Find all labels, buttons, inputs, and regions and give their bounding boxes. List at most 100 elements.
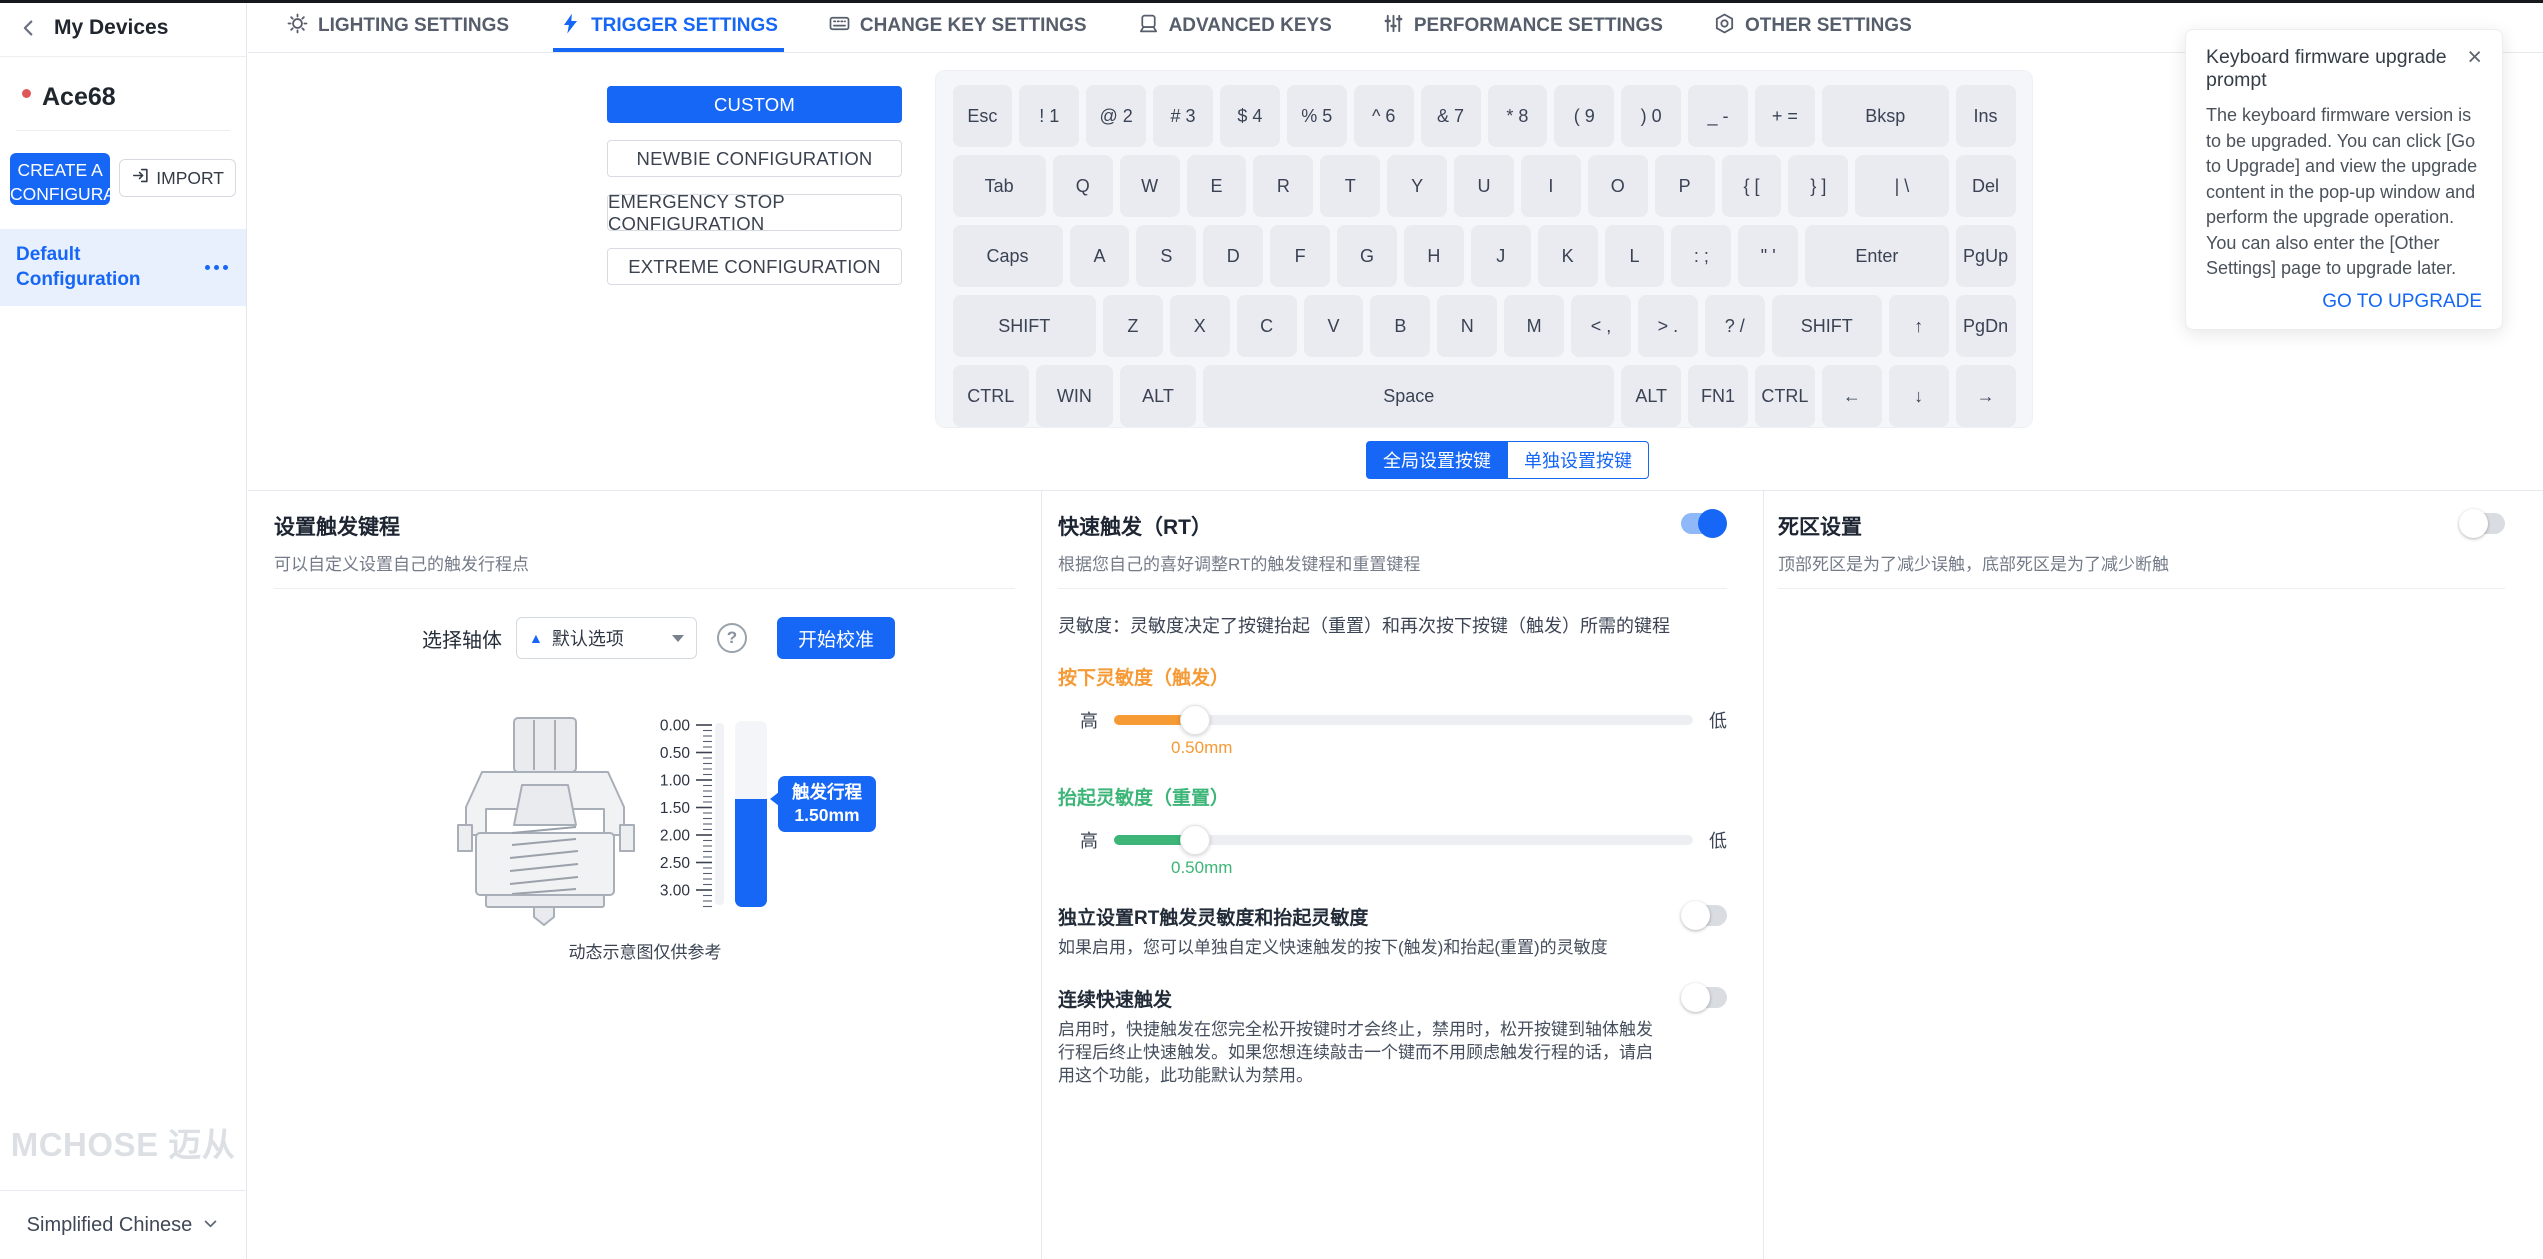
key-win[interactable]: WIN <box>1036 365 1113 427</box>
key-0[interactable]: ) 0 <box>1621 85 1681 147</box>
press-sensitivity-slider[interactable] <box>1114 715 1693 725</box>
back-chevron-icon[interactable] <box>16 15 42 41</box>
key-w[interactable]: W <box>1120 155 1180 217</box>
help-icon[interactable]: ? <box>717 623 747 653</box>
key-ctrl-2[interactable]: CTRL <box>1755 365 1815 427</box>
key-b[interactable]: B <box>1370 295 1430 357</box>
import-button[interactable]: IMPORT <box>119 159 236 197</box>
key-esc[interactable]: Esc <box>953 85 1013 147</box>
travel-track[interactable] <box>735 721 767 907</box>
switch-dropdown[interactable]: ▲ 默认选项 <box>516 617 697 659</box>
key-alt-2[interactable]: ALT <box>1621 365 1681 427</box>
key-r2c11[interactable]: " ' <box>1738 225 1798 287</box>
key-r0c11[interactable]: _ - <box>1688 85 1748 147</box>
more-icon[interactable] <box>203 259 230 276</box>
key-left-arrow[interactable]: ← <box>1822 365 1882 427</box>
key-j[interactable]: J <box>1471 225 1531 287</box>
go-to-upgrade-link[interactable]: GO TO UPGRADE <box>2206 291 2482 313</box>
key-9[interactable]: ( 9 <box>1554 85 1614 147</box>
key-r0c12[interactable]: + = <box>1755 85 1815 147</box>
key-u[interactable]: U <box>1454 155 1514 217</box>
key-r3c9[interactable]: > . <box>1638 295 1698 357</box>
key-v[interactable]: V <box>1304 295 1364 357</box>
slider-thumb[interactable] <box>1180 705 1210 735</box>
key-ctrl[interactable]: CTRL <box>953 365 1030 427</box>
key-enter[interactable]: Enter <box>1805 225 1948 287</box>
key-l[interactable]: L <box>1605 225 1665 287</box>
key-pgup[interactable]: PgUp <box>1956 225 2016 287</box>
tab-lighting-settings[interactable]: LIGHTING SETTINGS <box>286 0 509 52</box>
key-pgdn[interactable]: PgDn <box>1956 295 2016 357</box>
key-d[interactable]: D <box>1203 225 1263 287</box>
key-y[interactable]: Y <box>1387 155 1447 217</box>
close-icon[interactable]: × <box>2467 46 2482 69</box>
key-up-arrow[interactable]: ↑ <box>1889 295 1949 357</box>
key-r2c10[interactable]: : ; <box>1671 225 1731 287</box>
key-5[interactable]: % 5 <box>1287 85 1347 147</box>
create-configuration-button[interactable]: CREATE A CONFIGURATION <box>10 153 110 205</box>
key-t[interactable]: T <box>1320 155 1380 217</box>
device-item-ace68[interactable]: Ace68 <box>0 57 246 130</box>
key-n[interactable]: N <box>1437 295 1497 357</box>
key-a[interactable]: A <box>1070 225 1130 287</box>
key-k[interactable]: K <box>1538 225 1598 287</box>
key-o[interactable]: O <box>1588 155 1648 217</box>
tab-performance-settings[interactable]: PERFORMANCE SETTINGS <box>1382 0 1663 52</box>
tab-change-key-settings[interactable]: CHANGE KEY SETTINGS <box>828 0 1087 52</box>
key-down-arrow[interactable]: ↓ <box>1889 365 1949 427</box>
key-bksp[interactable]: Bksp <box>1822 85 1949 147</box>
key-r1c12[interactable]: } ] <box>1788 155 1848 217</box>
key-3[interactable]: # 3 <box>1153 85 1213 147</box>
key-1[interactable]: ! 1 <box>1019 85 1079 147</box>
key-tab[interactable]: Tab <box>953 155 1046 217</box>
continuous-rt-toggle[interactable] <box>1681 985 1727 1009</box>
key-s[interactable]: S <box>1136 225 1196 287</box>
key-7[interactable]: & 7 <box>1421 85 1481 147</box>
key-caps[interactable]: Caps <box>953 225 1063 287</box>
key-r3c10[interactable]: ? / <box>1705 295 1765 357</box>
independent-rt-toggle[interactable] <box>1681 903 1727 927</box>
rt-enable-toggle[interactable] <box>1681 511 1727 535</box>
key-i[interactable]: I <box>1521 155 1581 217</box>
key-c[interactable]: C <box>1237 295 1297 357</box>
config-item-default[interactable]: Default Configuration <box>0 229 246 306</box>
preset-newbie-configuration-button[interactable]: NEWBIE CONFIGURATION <box>607 140 902 177</box>
preset-emergency-stop-configuration-button[interactable]: EMERGENCY STOP CONFIGURATION <box>607 194 902 231</box>
key-g[interactable]: G <box>1337 225 1397 287</box>
key-r[interactable]: R <box>1253 155 1313 217</box>
preset-extreme-configuration-button[interactable]: EXTREME CONFIGURATION <box>607 248 902 285</box>
key-r1c13[interactable]: | \ <box>1855 155 1948 217</box>
deadzone-toggle[interactable] <box>2459 511 2505 535</box>
key-6[interactable]: ^ 6 <box>1354 85 1414 147</box>
slider-thumb[interactable] <box>1180 825 1210 855</box>
language-selector[interactable]: Simplified Chinese <box>0 1190 246 1259</box>
calibrate-button[interactable]: 开始校准 <box>777 617 895 659</box>
preset-custom-button[interactable]: CUSTOM <box>607 86 902 123</box>
key-z[interactable]: Z <box>1103 295 1163 357</box>
key-ins[interactable]: Ins <box>1956 85 2016 147</box>
tab-trigger-settings[interactable]: TRIGGER SETTINGS <box>559 0 778 52</box>
key-x[interactable]: X <box>1170 295 1230 357</box>
lift-sensitivity-slider[interactable] <box>1114 835 1693 845</box>
scope-option-2[interactable]: 单独设置按键 <box>1508 441 1649 479</box>
key-alt[interactable]: ALT <box>1120 365 1197 427</box>
key-right-arrow[interactable]: → <box>1956 365 2016 427</box>
key-del[interactable]: Del <box>1956 155 2016 217</box>
key-e[interactable]: E <box>1187 155 1247 217</box>
key-4[interactable]: $ 4 <box>1220 85 1280 147</box>
key-space[interactable]: Space <box>1203 365 1614 427</box>
tab-other-settings[interactable]: OTHER SETTINGS <box>1713 0 1912 52</box>
key-r1c11[interactable]: { [ <box>1722 155 1782 217</box>
key-shift-2[interactable]: SHIFT <box>1772 295 1882 357</box>
key-m[interactable]: M <box>1504 295 1564 357</box>
key-h[interactable]: H <box>1404 225 1464 287</box>
key-2[interactable]: @ 2 <box>1086 85 1146 147</box>
key-q[interactable]: Q <box>1053 155 1113 217</box>
key-shift[interactable]: SHIFT <box>953 295 1096 357</box>
key-r3c8[interactable]: < , <box>1571 295 1631 357</box>
tab-advanced-keys[interactable]: ADVANCED KEYS <box>1137 0 1332 52</box>
key-8[interactable]: * 8 <box>1488 85 1548 147</box>
key-fn1[interactable]: FN1 <box>1688 365 1748 427</box>
scope-option-1[interactable]: 全局设置按键 <box>1366 441 1508 479</box>
key-f[interactable]: F <box>1270 225 1330 287</box>
